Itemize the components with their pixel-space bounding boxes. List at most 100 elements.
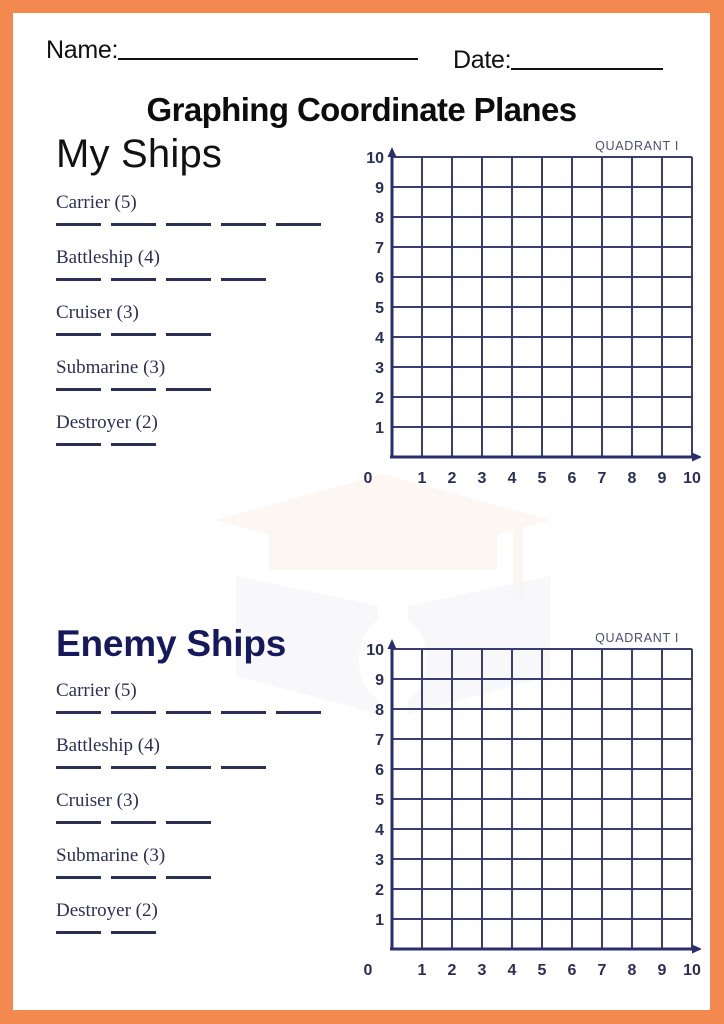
blank-slot[interactable]	[276, 711, 321, 714]
x-axis-tick-labels: 0 1 2 3 4 5 6 7 8 9 10	[364, 962, 701, 979]
ship-label: Cruiser (3)	[56, 302, 139, 323]
svg-text:9: 9	[375, 672, 384, 689]
blank-slot[interactable]	[166, 821, 211, 824]
y-axis-arrow-icon	[387, 147, 397, 157]
ship-label: Battleship (4)	[56, 735, 160, 756]
blank-slot[interactable]	[111, 388, 156, 391]
ship-list-panel-enemy-ships: Enemy Ships Carrier (5) Battleship (4) C…	[56, 623, 346, 954]
ship-blanks[interactable]	[56, 821, 346, 830]
svg-text:3: 3	[375, 360, 384, 377]
blank-slot[interactable]	[56, 223, 101, 226]
ship-list-enemy-ships: Carrier (5) Battleship (4) Cruiser (3) S…	[56, 679, 346, 940]
section-heading-my-ships: My Ships	[56, 132, 223, 176]
svg-text:3: 3	[478, 470, 487, 487]
svg-text:3: 3	[478, 962, 487, 979]
ship-blanks[interactable]	[56, 931, 346, 940]
blank-slot[interactable]	[166, 711, 211, 714]
blank-slot[interactable]	[111, 223, 156, 226]
y-axis-tick-labels: 10 9 8 7 6 5 4 3 2 1	[366, 150, 384, 437]
blank-slot[interactable]	[56, 443, 101, 446]
svg-text:1: 1	[375, 912, 384, 929]
blank-slot[interactable]	[166, 388, 211, 391]
blank-slot[interactable]	[111, 766, 156, 769]
blank-slot[interactable]	[111, 333, 156, 336]
coordinate-plane-enemy-ships[interactable]: 10 9 8 7 6 5 4 3 2 1 0 1 2 3 4 5 6 7 8 9…	[346, 639, 701, 984]
blank-slot[interactable]	[56, 931, 101, 934]
blank-slot[interactable]	[166, 278, 211, 281]
svg-text:9: 9	[658, 962, 667, 979]
ship-label: Battleship (4)	[56, 247, 160, 268]
blank-slot[interactable]	[111, 711, 156, 714]
blank-slot[interactable]	[111, 876, 156, 879]
blank-slot[interactable]	[276, 223, 321, 226]
list-item: Cruiser (3)	[56, 301, 346, 342]
svg-text:5: 5	[375, 792, 384, 809]
svg-text:6: 6	[568, 962, 577, 979]
blank-slot[interactable]	[111, 278, 156, 281]
list-item: Submarine (3)	[56, 844, 346, 885]
list-item: Destroyer (2)	[56, 411, 346, 452]
ship-label: Destroyer (2)	[56, 900, 158, 921]
svg-text:9: 9	[375, 180, 384, 197]
page-canvas: Name: Date: Graphing Coordinate Planes M…	[13, 13, 710, 1010]
blank-slot[interactable]	[111, 931, 156, 934]
svg-text:2: 2	[448, 470, 457, 487]
svg-text:8: 8	[628, 470, 637, 487]
svg-text:7: 7	[598, 962, 607, 979]
ship-blanks[interactable]	[56, 876, 346, 885]
svg-text:4: 4	[508, 962, 517, 979]
coordinate-plane-my-ships[interactable]: 10 9 8 7 6 5 4 3 2 1 0 1 2 3 4 5 6 7 8 9…	[346, 147, 701, 492]
blank-slot[interactable]	[111, 443, 156, 446]
ship-blanks[interactable]	[56, 223, 346, 232]
ship-label: Carrier (5)	[56, 680, 137, 701]
list-item: Battleship (4)	[56, 734, 346, 775]
blank-slot[interactable]	[221, 766, 266, 769]
svg-text:7: 7	[375, 240, 384, 257]
coordinate-grid-panel-my-ships: QUADRANT I 10 9 8 7 6 5 4 3 2 1 0 1 2 3 …	[346, 139, 701, 499]
name-field[interactable]: Name:	[46, 37, 419, 63]
svg-text:0: 0	[364, 962, 373, 979]
blank-slot[interactable]	[56, 278, 101, 281]
svg-text:8: 8	[628, 962, 637, 979]
ship-blanks[interactable]	[56, 278, 346, 287]
blank-slot[interactable]	[56, 766, 101, 769]
x-axis-tick-labels: 0 1 2 3 4 5 6 7 8 9 10	[364, 470, 701, 487]
ship-label: Destroyer (2)	[56, 412, 158, 433]
ship-list-my-ships: Carrier (5) Battleship (4) Cruiser (3) S…	[56, 191, 346, 452]
blank-slot[interactable]	[221, 223, 266, 226]
ship-blanks[interactable]	[56, 766, 346, 775]
svg-text:5: 5	[538, 470, 547, 487]
blank-slot[interactable]	[166, 223, 211, 226]
ship-list-panel-my-ships: My Ships Carrier (5) Battleship (4) Crui…	[56, 131, 346, 466]
y-axis-tick-labels: 10 9 8 7 6 5 4 3 2 1	[366, 642, 384, 929]
svg-text:5: 5	[375, 300, 384, 317]
date-field[interactable]: Date:	[453, 46, 664, 74]
blank-slot[interactable]	[166, 766, 211, 769]
blank-slot[interactable]	[56, 711, 101, 714]
ship-blanks[interactable]	[56, 333, 346, 342]
svg-text:2: 2	[448, 962, 457, 979]
grid-lines	[391, 156, 693, 458]
list-item: Carrier (5)	[56, 679, 346, 720]
blank-slot[interactable]	[166, 876, 211, 879]
ship-blanks[interactable]	[56, 443, 346, 452]
name-input-rule[interactable]	[118, 58, 419, 60]
ship-blanks[interactable]	[56, 388, 346, 397]
svg-text:4: 4	[508, 470, 517, 487]
blank-slot[interactable]	[56, 388, 101, 391]
blank-slot[interactable]	[221, 711, 266, 714]
blank-slot[interactable]	[111, 821, 156, 824]
date-label: Date:	[453, 46, 512, 74]
svg-text:0: 0	[364, 470, 373, 487]
blank-slot[interactable]	[166, 333, 211, 336]
date-input-rule[interactable]	[511, 68, 664, 70]
axes	[390, 151, 698, 459]
ship-blanks[interactable]	[56, 711, 346, 720]
blank-slot[interactable]	[56, 333, 101, 336]
grid-lines	[391, 648, 693, 950]
blank-slot[interactable]	[56, 821, 101, 824]
blank-slot[interactable]	[56, 876, 101, 879]
svg-text:10: 10	[683, 470, 701, 487]
svg-text:2: 2	[375, 882, 384, 899]
blank-slot[interactable]	[221, 278, 266, 281]
